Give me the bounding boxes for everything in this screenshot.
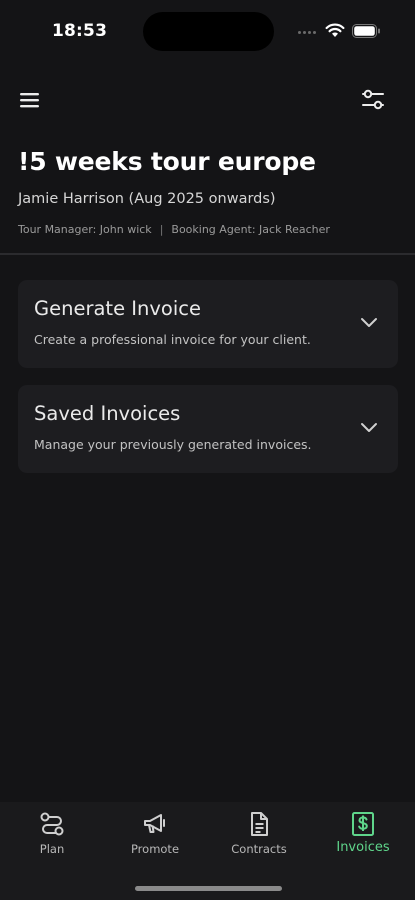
home-indicator [135,886,282,891]
invoices-screen: 18:53 !5 weeks tour europe Jamie Harriso… [0,0,415,900]
meta-separator: | [159,223,164,236]
tab-label: Contracts [231,842,287,856]
tab-label: Invoices [336,840,390,855]
booking-agent-label: Booking Agent: Jack Reacher [171,223,330,236]
dynamic-island [143,12,274,51]
card-description: Manage your previously generated invoice… [34,437,312,452]
tab-contracts[interactable]: Contracts [209,810,309,856]
card-title: Saved Invoices [34,402,181,425]
megaphone-icon [144,814,165,833]
artist-subtitle: Jamie Harrison (Aug 2025 onwards) [18,191,276,207]
tab-promote[interactable]: Promote [105,810,205,856]
header-divider [0,253,415,255]
dollar-receipt-icon [352,812,374,836]
route-icon [40,812,64,836]
card-description: Create a professional invoice for your c… [34,332,311,347]
hamburger-menu-icon[interactable] [18,90,42,110]
chevron-down-icon[interactable] [360,316,378,328]
tab-label: Promote [130,842,180,856]
tour-meta: Tour Manager: John wick | Booking Agent:… [18,223,330,236]
filter-settings-icon[interactable] [360,88,386,112]
status-bar: 18:53 [0,0,415,62]
battery-icon [352,24,380,38]
card-title: Generate Invoice [34,297,201,320]
chevron-down-icon[interactable] [360,421,378,433]
wifi-icon [325,23,345,37]
saved-invoices-card[interactable]: Saved Invoices Manage your previously ge… [18,385,398,473]
generate-invoice-card[interactable]: Generate Invoice Create a professional i… [18,280,398,368]
tab-plan[interactable]: Plan [2,810,102,856]
tab-label: Plan [39,842,65,856]
page-title: !5 weeks tour europe [18,147,316,176]
tab-invoices[interactable]: Invoices [313,810,413,855]
signal-icon [298,31,316,34]
document-icon [251,812,268,836]
tour-manager-label: Tour Manager: John wick [18,223,152,236]
status-time: 18:53 [52,21,108,41]
